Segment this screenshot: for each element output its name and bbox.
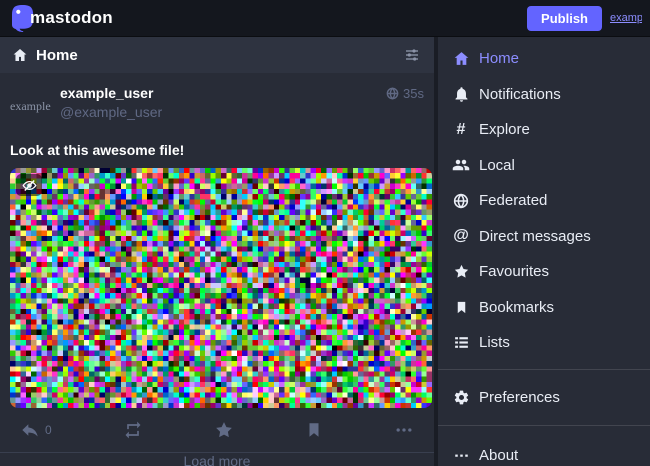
sidebar-item-local[interactable]: Local bbox=[438, 148, 650, 184]
boost-button[interactable] bbox=[123, 420, 143, 440]
sidebar-item-label: Direct messages bbox=[479, 228, 591, 245]
sidebar-item-label: Home bbox=[479, 50, 519, 67]
globe-icon bbox=[450, 193, 472, 209]
sidebar-item-lists[interactable]: Lists bbox=[438, 325, 650, 361]
bookmark-icon bbox=[450, 300, 472, 315]
sidebar-item-explore[interactable]: # Explore bbox=[438, 112, 650, 148]
name-block: example_user @example_user bbox=[60, 83, 386, 120]
bell-icon bbox=[450, 86, 472, 103]
column-title: Home bbox=[36, 47, 402, 64]
ellipsis-icon bbox=[450, 448, 472, 463]
timestamp-link[interactable]: 35s bbox=[386, 83, 424, 101]
attachment-image[interactable] bbox=[10, 168, 432, 408]
home-column: Home example example_user @example_user bbox=[0, 37, 438, 466]
home-icon bbox=[12, 47, 28, 63]
sidebar-item-label: Local bbox=[479, 157, 515, 174]
avatar[interactable]: example bbox=[10, 83, 56, 129]
sidebar-item-direct-messages[interactable]: @ Direct messages bbox=[438, 219, 650, 255]
sidebar-item-label: Federated bbox=[479, 192, 547, 209]
at-icon: @ bbox=[450, 228, 472, 244]
publish-button[interactable]: Publish bbox=[527, 6, 602, 31]
sidebar-spacer bbox=[438, 361, 650, 369]
star-icon bbox=[450, 263, 472, 280]
sidebar-item-label: About bbox=[479, 447, 518, 464]
list-icon bbox=[450, 334, 472, 351]
sidebar-item-federated[interactable]: Federated bbox=[438, 183, 650, 219]
account-handle: @example_user bbox=[60, 104, 386, 120]
users-icon bbox=[450, 156, 472, 174]
topbar-right: Publish examp bbox=[527, 6, 642, 31]
status-header: example example_user @example_user 35s bbox=[10, 83, 424, 129]
more-button[interactable] bbox=[394, 420, 414, 440]
sidebar-item-bookmarks[interactable]: Bookmarks bbox=[438, 290, 650, 326]
mastodon-logo[interactable]: mastodon bbox=[10, 4, 113, 32]
status: example example_user @example_user 35s bbox=[0, 73, 434, 453]
globe-icon bbox=[386, 87, 399, 100]
sidebar-item-favourites[interactable]: Favourites bbox=[438, 254, 650, 290]
top-bar: mastodon Publish examp bbox=[0, 0, 650, 37]
sidebar-section-preferences: Preferences bbox=[438, 369, 650, 426]
eye-slash-icon bbox=[22, 178, 37, 193]
column-header[interactable]: Home bbox=[0, 37, 434, 73]
sidebar-item-notifications[interactable]: Notifications bbox=[438, 77, 650, 113]
display-name[interactable]: example_user bbox=[60, 85, 386, 101]
load-more-button[interactable]: Load more bbox=[0, 453, 434, 466]
sidebar-item-label: Explore bbox=[479, 121, 530, 138]
media-attachment[interactable] bbox=[10, 168, 432, 408]
hashtag-icon: # bbox=[450, 122, 472, 138]
reply-button[interactable] bbox=[20, 420, 40, 440]
hide-media-button[interactable] bbox=[16, 174, 42, 196]
sidebar-section-about: About bbox=[438, 425, 650, 466]
sidebar-item-label: Bookmarks bbox=[479, 299, 554, 316]
sidebar-item-home[interactable]: Home bbox=[438, 41, 650, 77]
gear-icon bbox=[450, 389, 472, 406]
sidebar-item-label: Lists bbox=[479, 334, 510, 351]
account-link[interactable]: examp bbox=[610, 12, 642, 24]
main-layout: Home example example_user @example_user bbox=[0, 37, 650, 466]
sidebar-item-preferences[interactable]: Preferences bbox=[438, 380, 650, 416]
sidebar-item-label: Notifications bbox=[479, 86, 561, 103]
home-icon bbox=[450, 50, 472, 67]
navigation-sidebar: Home Notifications # Explore Local Feder… bbox=[438, 37, 650, 466]
timeline: example example_user @example_user 35s bbox=[0, 73, 434, 466]
sidebar-item-label: Favourites bbox=[479, 263, 549, 280]
sidebar-item-about[interactable]: About bbox=[438, 438, 650, 466]
reply-group: 0 bbox=[20, 420, 52, 440]
brand-wordmark: mastodon bbox=[30, 8, 113, 28]
timestamp: 35s bbox=[403, 86, 424, 101]
reply-count: 0 bbox=[45, 423, 52, 437]
status-action-bar: 0 bbox=[10, 408, 424, 452]
favourite-button[interactable] bbox=[214, 420, 234, 440]
sidebar-item-label: Preferences bbox=[479, 389, 560, 406]
status-content: Look at this awesome file! bbox=[10, 142, 424, 158]
column-settings-button[interactable] bbox=[402, 45, 422, 65]
bookmark-button[interactable] bbox=[305, 421, 323, 439]
